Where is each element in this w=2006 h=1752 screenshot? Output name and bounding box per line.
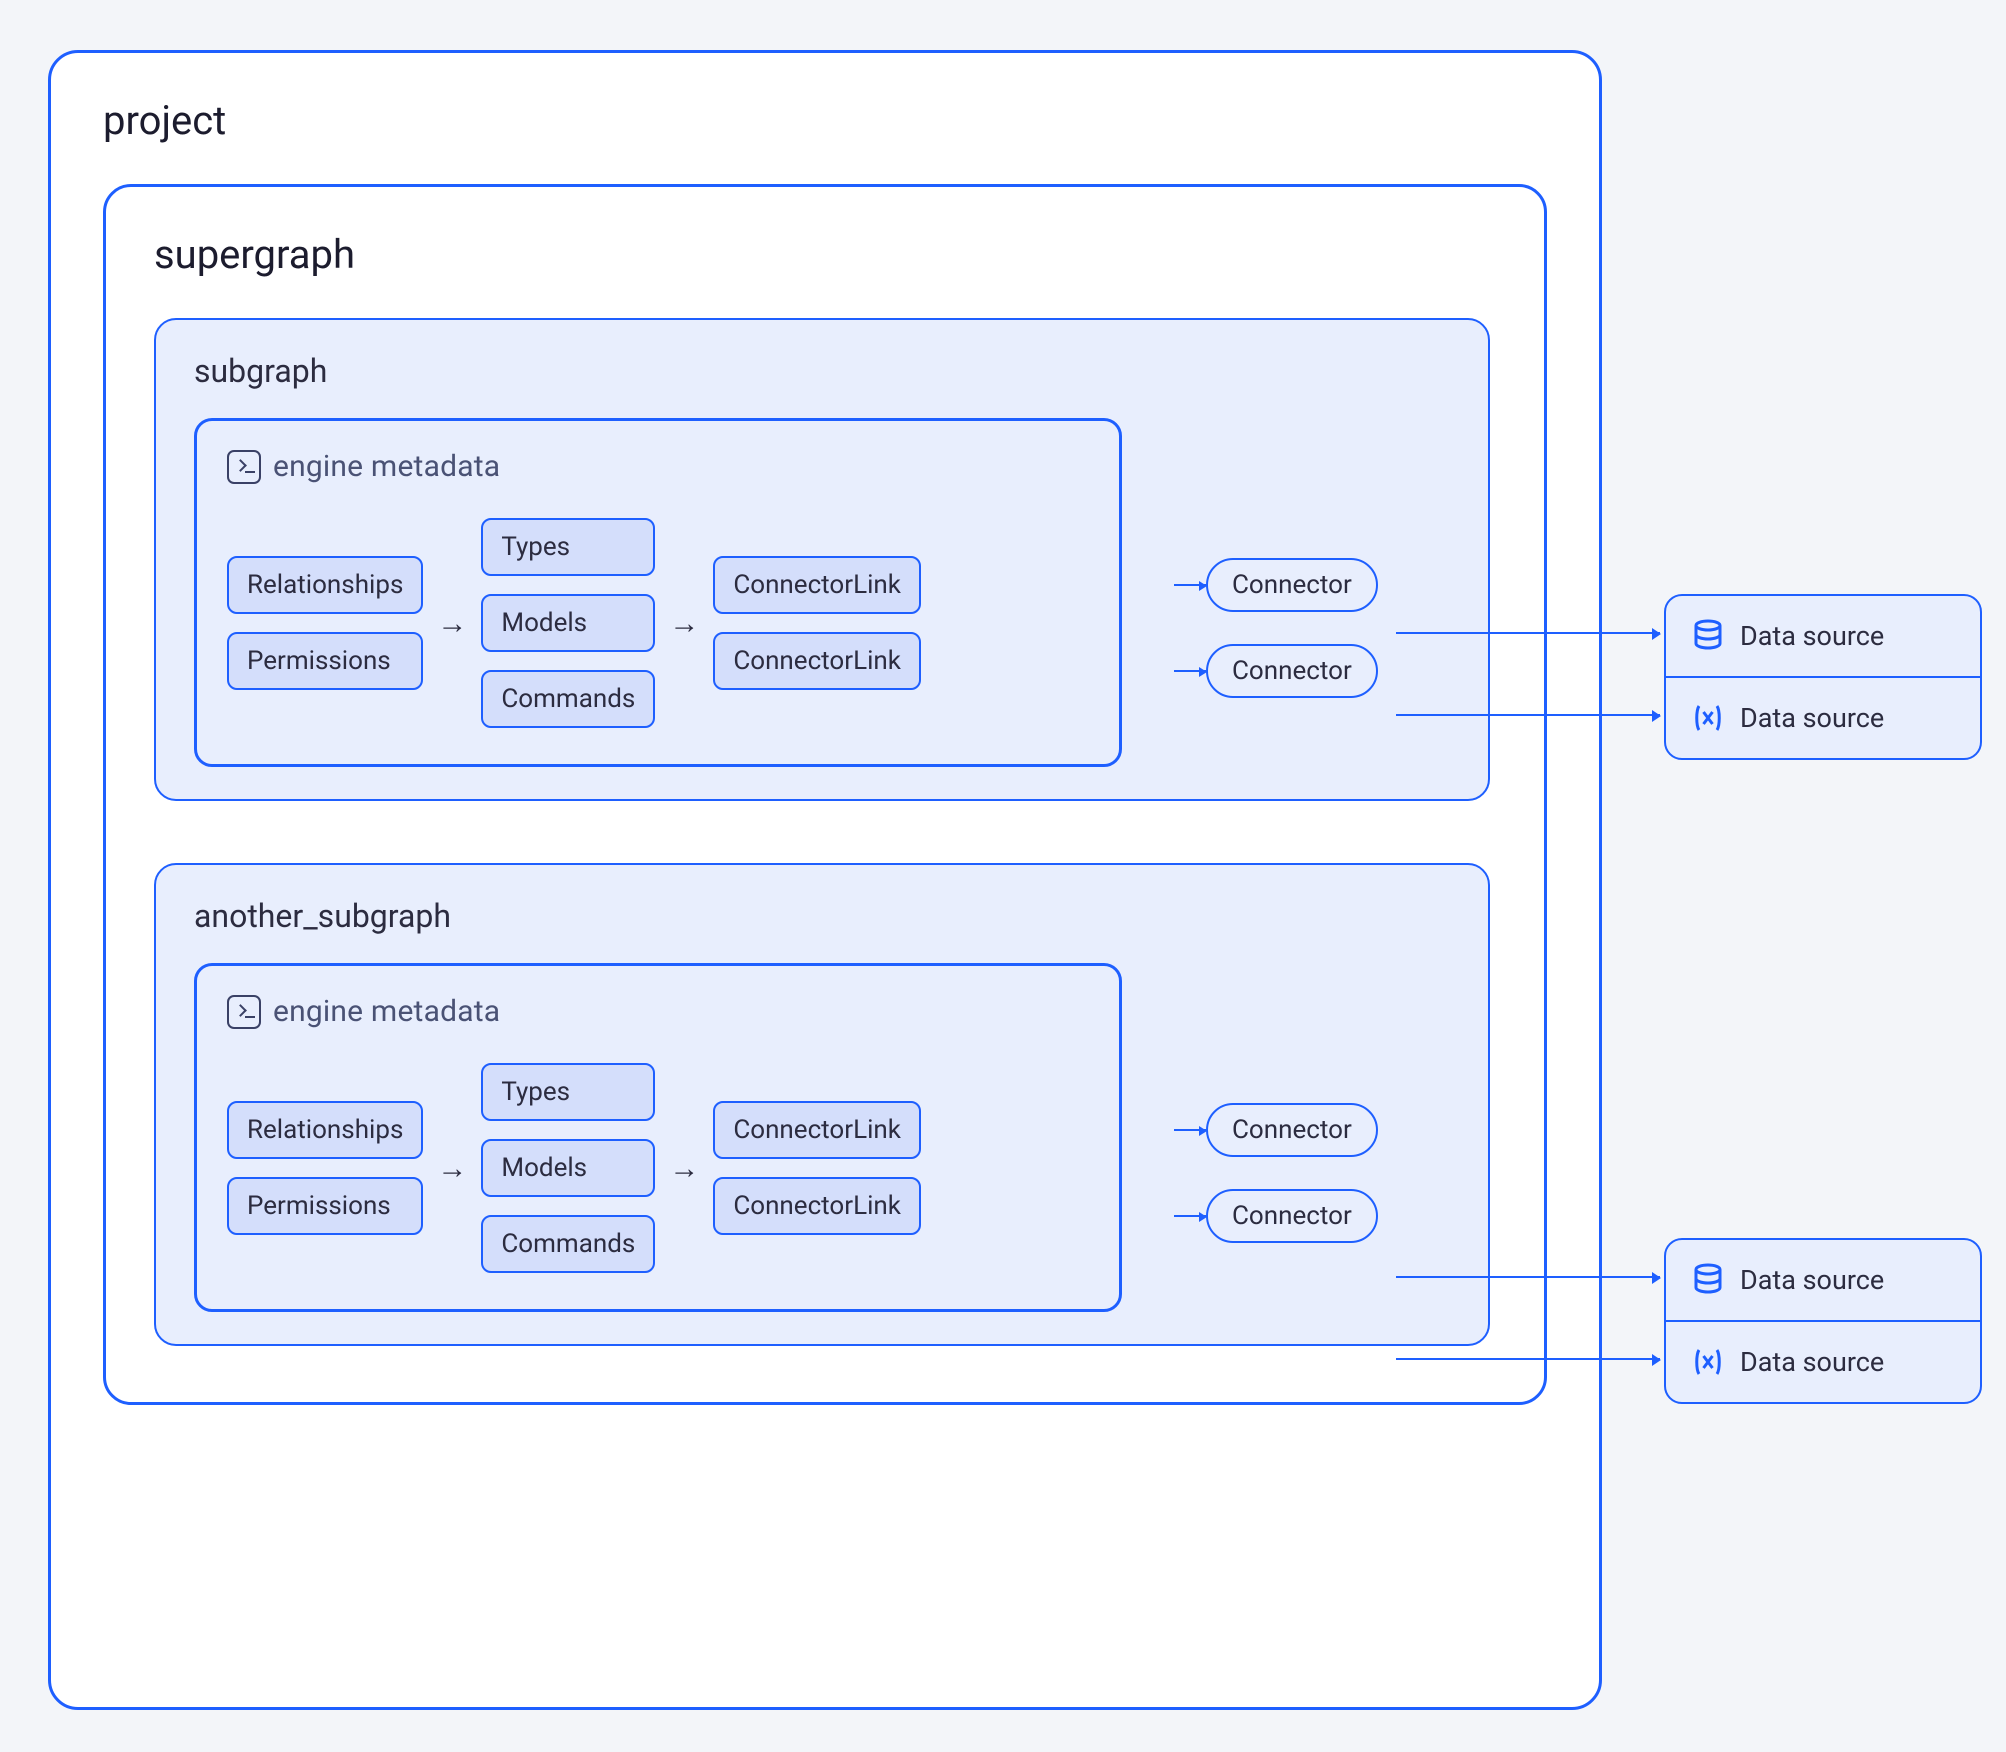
supergraph-title: supergraph (154, 231, 1496, 278)
arrow-icon (1174, 670, 1206, 672)
data-source-cell: Data source (1666, 596, 1980, 676)
database-icon (1690, 1262, 1726, 1298)
pill-commands: Commands (481, 670, 655, 728)
arrow-icon (1174, 584, 1206, 586)
metadata-body: Relationships Permissions → Types Models… (227, 1063, 1089, 1273)
subgraph-title: subgraph (194, 352, 1450, 390)
data-source-cell: Data source (1666, 1240, 1980, 1320)
terminal-icon (227, 995, 261, 1029)
pill-relationships: Relationships (227, 556, 423, 614)
pill-commands: Commands (481, 1215, 655, 1273)
subgraph-row: engine metadata Relationships Permission… (194, 418, 1450, 767)
arrow-icon: → (423, 606, 481, 641)
supergraph-container: supergraph subgraph engine metadata Rela… (103, 184, 1547, 1405)
data-source-label: Data source (1740, 702, 1884, 734)
engine-metadata-box: engine metadata Relationships Permission… (194, 418, 1122, 767)
col-connectorlinks: ConnectorLink ConnectorLink (713, 1101, 921, 1235)
pill-types: Types (481, 1063, 655, 1121)
connector-column: Connector Connector (1174, 963, 1450, 1312)
data-source-label: Data source (1740, 620, 1884, 652)
arrow-icon (1396, 632, 1660, 634)
arrow-icon (1174, 1215, 1206, 1217)
database-icon (1690, 618, 1726, 654)
subgraph-row: engine metadata Relationships Permission… (194, 963, 1450, 1312)
metadata-title: engine metadata (273, 449, 500, 484)
pill-relationships: Relationships (227, 1101, 423, 1159)
arrow-icon (1174, 1129, 1206, 1131)
pill-types: Types (481, 518, 655, 576)
subgraph-title: another_subgraph (194, 897, 1450, 935)
pill-connectorlink: ConnectorLink (713, 1177, 921, 1235)
data-source-cell: Data source (1666, 676, 1980, 758)
metadata-body: Relationships Permissions → Types Models… (227, 518, 1089, 728)
arrow-icon (1396, 1276, 1660, 1278)
pill-models: Models (481, 594, 655, 652)
col-connectorlinks: ConnectorLink ConnectorLink (713, 556, 921, 690)
connector-pill: Connector (1206, 644, 1378, 698)
terminal-icon (227, 450, 261, 484)
connector-row: Connector (1174, 1189, 1450, 1243)
metadata-header: engine metadata (227, 449, 1089, 484)
data-source-cell: Data source (1666, 1320, 1980, 1402)
col-types-models-commands: Types Models Commands (481, 1063, 655, 1273)
data-source-label: Data source (1740, 1346, 1884, 1378)
col-relationships-permissions: Relationships Permissions (227, 1101, 423, 1235)
arrow-icon: → (423, 1151, 481, 1186)
subgraph-block: another_subgraph engine metadata Relatio… (154, 863, 1490, 1346)
pill-permissions: Permissions (227, 632, 423, 690)
metadata-header: engine metadata (227, 994, 1089, 1029)
connector-row: Connector (1174, 644, 1450, 698)
project-title: project (103, 97, 1547, 144)
pill-connectorlink: ConnectorLink (713, 1101, 921, 1159)
engine-metadata-box: engine metadata Relationships Permission… (194, 963, 1122, 1312)
connector-pill: Connector (1206, 558, 1378, 612)
pill-models: Models (481, 1139, 655, 1197)
col-relationships-permissions: Relationships Permissions (227, 556, 423, 690)
arrow-icon: → (655, 1151, 713, 1186)
pill-permissions: Permissions (227, 1177, 423, 1235)
data-source-group: Data source Data source (1664, 594, 1982, 760)
arrow-icon: → (655, 606, 713, 641)
metadata-title: engine metadata (273, 994, 500, 1029)
pill-connectorlink: ConnectorLink (713, 632, 921, 690)
connector-row: Connector (1174, 558, 1450, 612)
subgraph-block: subgraph engine metadata Relationships P… (154, 318, 1490, 801)
connector-pill: Connector (1206, 1103, 1378, 1157)
variable-icon (1690, 700, 1726, 736)
arrow-icon (1396, 714, 1660, 716)
variable-icon (1690, 1344, 1726, 1380)
arrow-icon (1396, 1358, 1660, 1360)
connector-pill: Connector (1206, 1189, 1378, 1243)
project-container: project supergraph subgraph engine metad… (48, 50, 1602, 1710)
data-source-label: Data source (1740, 1264, 1884, 1296)
data-source-group: Data source Data source (1664, 1238, 1982, 1404)
col-types-models-commands: Types Models Commands (481, 518, 655, 728)
pill-connectorlink: ConnectorLink (713, 556, 921, 614)
connector-row: Connector (1174, 1103, 1450, 1157)
